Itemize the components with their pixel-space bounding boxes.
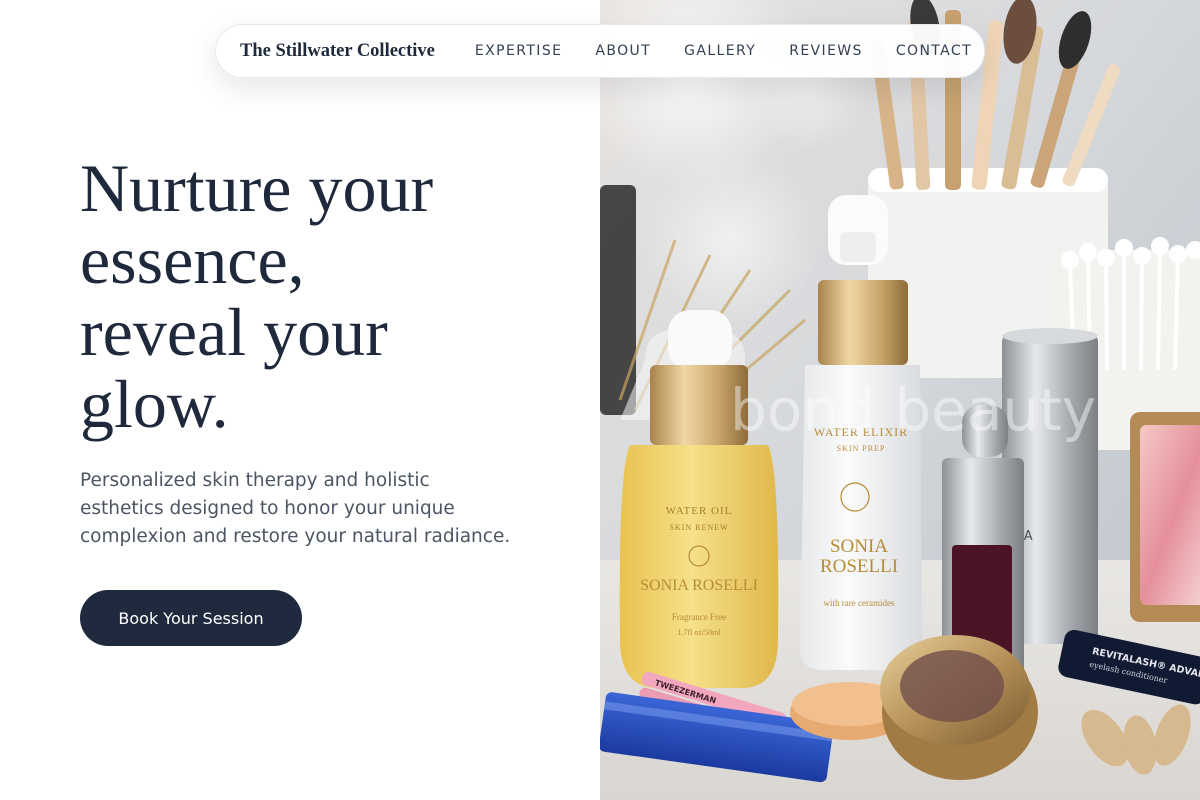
elixir-label-line2: SKIN PREP xyxy=(837,444,886,453)
oil-label-note2: 1.7fl oz/50ml xyxy=(677,628,721,637)
top-navbar: The Stillwater Collective EXPERTISE ABOU… xyxy=(215,24,985,78)
hero-subtitle: Personalized skin therapy and holistic e… xyxy=(80,467,540,551)
nav-link-gallery[interactable]: GALLERY xyxy=(684,43,756,59)
nav-links: EXPERTISE ABOUT GALLERY REVIEWS CONTACT xyxy=(475,43,972,59)
oil-label-line1: WATER OIL xyxy=(666,505,733,517)
hero-subtitle-line: complexion and restore your natural radi… xyxy=(80,526,511,547)
oil-label-note1: Fragrance Free xyxy=(672,612,726,622)
hero-photo: NA WATER OIL SKIN RENEW SONIA ROSELLI Fr… xyxy=(600,0,1200,800)
hero-title-line: reveal your xyxy=(80,294,388,370)
book-session-button[interactable]: Book Your Session xyxy=(80,590,302,646)
hero-title-line: Nurture your xyxy=(80,150,434,226)
nav-link-expertise[interactable]: EXPERTISE xyxy=(475,43,562,59)
elixir-label-note: with rare ceramides xyxy=(824,598,895,608)
hero-title-line: essence, xyxy=(80,222,305,298)
nav-link-reviews[interactable]: REVIEWS xyxy=(789,43,863,59)
watermark-text: bond beauty xyxy=(730,376,1096,444)
hero-title-line: glow. xyxy=(80,366,229,442)
nav-link-about[interactable]: ABOUT xyxy=(595,43,651,59)
brand-logo[interactable]: The Stillwater Collective xyxy=(240,41,435,62)
hero-section: Nurture your essence, reveal your glow. … xyxy=(0,0,600,800)
elixir-label-brand2: ROSELLI xyxy=(820,556,898,577)
oil-label-line2: SKIN RENEW xyxy=(669,523,728,532)
hero-subtitle-line: esthetics designed to honor your unique xyxy=(80,498,455,519)
nav-link-contact[interactable]: CONTACT xyxy=(896,43,972,59)
elixir-label-brand1: SONIA xyxy=(830,536,888,557)
gold-compact xyxy=(880,635,1038,780)
hero-subtitle-line: Personalized skin therapy and holistic xyxy=(80,470,430,491)
oil-label-brand: SONIA ROSELLI xyxy=(640,577,758,594)
cosmetics-illustration: NA WATER OIL SKIN RENEW SONIA ROSELLI Fr… xyxy=(600,0,1200,800)
hero-title: Nurture your essence, reveal your glow. xyxy=(80,152,580,440)
